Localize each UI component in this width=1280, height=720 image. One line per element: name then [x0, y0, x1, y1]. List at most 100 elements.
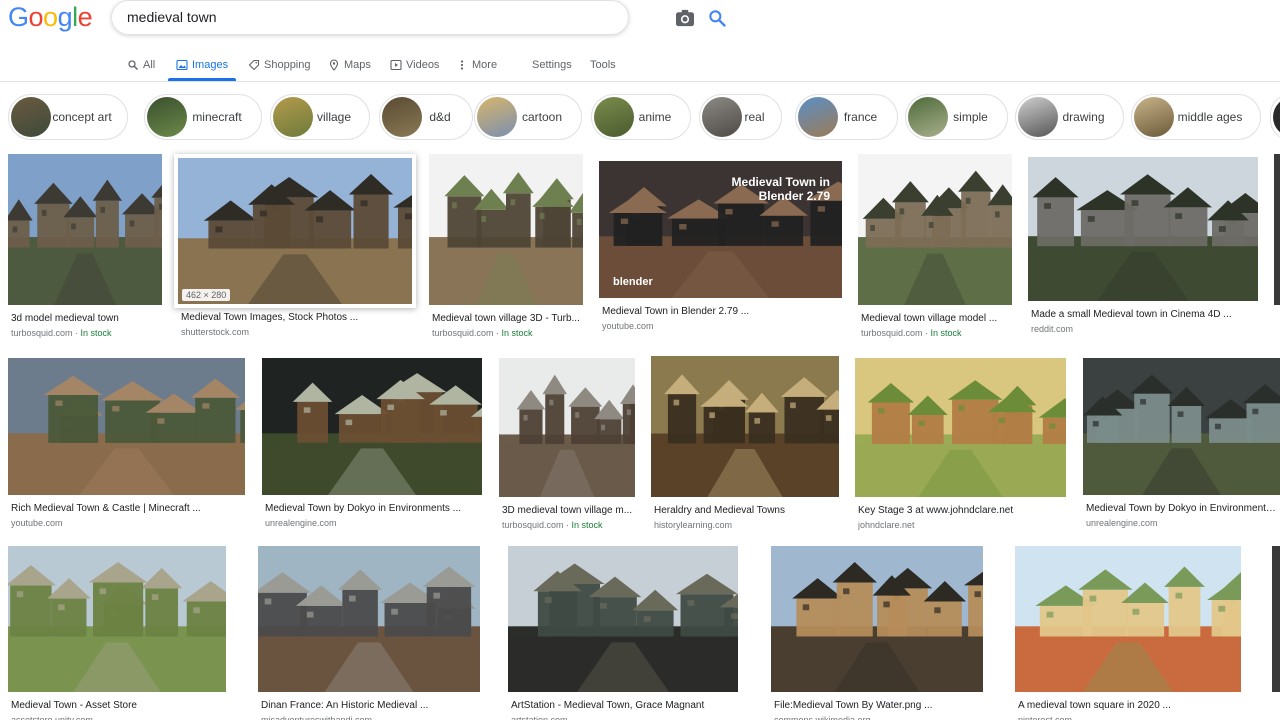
chip-middle-ages[interactable]: middle ages [1131, 94, 1261, 140]
result-thumbnail[interactable] [8, 154, 162, 305]
result-title[interactable]: Medieval Town by Dokyo in Environments .… [1086, 503, 1280, 514]
image-result[interactable]: A medieval town square in 2020 ... pinter… [1015, 546, 1241, 720]
result-title[interactable]: Medieval Town by Dokyo in Environments .… [265, 503, 482, 514]
result-source: unrealengine.com [1086, 518, 1280, 528]
search-input[interactable] [127, 9, 547, 25]
result-source: historylearning.com [654, 520, 839, 530]
source-domain: turbosquid.com [502, 520, 564, 530]
search-box[interactable] [111, 0, 726, 35]
chip-france[interactable]: france [795, 94, 898, 140]
image-result[interactable]: Medieval town village model ... turbosqui… [858, 154, 1012, 345]
result-thumbnail[interactable] [8, 358, 245, 495]
search-icon [128, 60, 138, 70]
search-icon[interactable] [707, 8, 727, 28]
chip-thumbnail [382, 97, 422, 137]
image-result[interactable]: Medieval Town by Dokyo in Environments .… [262, 358, 482, 535]
in-stock-badge: In stock [571, 520, 603, 530]
result-thumbnail[interactable] [858, 154, 1012, 305]
result-title[interactable]: Dinan France: An Historic Medieval ... [261, 700, 480, 711]
chip-d-d[interactable]: d&d [379, 94, 473, 140]
result-title[interactable]: Medieval town village model ... [861, 313, 1012, 324]
chip-anime[interactable]: anime [591, 94, 691, 140]
image-result[interactable]: Rich Medieval Town & Castle | Minecraft … [8, 358, 245, 535]
image-result[interactable]: Medieval Town by Dokyo in Environments .… [1083, 358, 1280, 535]
result-thumbnail[interactable] [1083, 358, 1280, 495]
tab-maps-label: Maps [344, 59, 371, 71]
chip-minecraft[interactable]: minecraft [144, 94, 262, 140]
image-result-partial[interactable] [1274, 154, 1280, 305]
chip-village[interactable]: village [270, 94, 370, 140]
image-result[interactable]: File:Medieval Town By Water.png ... commo… [771, 546, 983, 720]
result-title[interactable]: File:Medieval Town By Water.png ... [774, 700, 983, 711]
result-title[interactable]: A medieval town square in 2020 ... [1018, 700, 1241, 711]
result-title[interactable]: Medieval Town Images, Stock Photos ... [181, 312, 412, 323]
tab-images[interactable]: Images [176, 50, 228, 80]
source-domain: turbosquid.com [11, 328, 73, 338]
source-domain: reddit.com [1031, 324, 1074, 334]
source-domain: misadventureswithandi.com [261, 715, 373, 720]
chip-drawing[interactable]: drawing [1015, 94, 1124, 140]
source-domain: turbosquid.com [432, 328, 494, 338]
tools-link[interactable]: Tools [590, 50, 616, 80]
image-result[interactable]: Medieval Town in Blender 2.79 blender Medi… [599, 161, 842, 338]
result-title[interactable]: Heraldry and Medieval Towns [654, 505, 839, 516]
tab-maps[interactable]: Maps [328, 50, 371, 80]
chip-cartoon[interactable]: cartoon [474, 94, 582, 140]
result-title[interactable]: 3d model medieval town [11, 313, 162, 324]
image-result[interactable]: Dinan France: An Historic Medieval ... mi… [258, 546, 480, 720]
result-title[interactable]: ArtStation - Medieval Town, Grace Magnan… [511, 700, 738, 711]
google-logo[interactable]: Google [8, 2, 93, 33]
result-thumbnail[interactable] [651, 356, 839, 497]
image-result[interactable]: Medieval Town - Asset Store assetstore.un… [8, 546, 226, 720]
chip-simple[interactable]: simple [905, 94, 1008, 140]
tab-shopping[interactable]: Shopping [248, 50, 311, 80]
in-stock-badge: In stock [930, 328, 962, 338]
image-result[interactable]: Made a small Medieval town in Cinema 4D … [1028, 157, 1258, 341]
source-domain: johndclare.net [858, 520, 915, 530]
settings-link[interactable]: Settings [532, 50, 572, 80]
tab-videos[interactable]: Videos [390, 50, 439, 80]
result-thumbnail[interactable] [771, 546, 983, 692]
result-thumbnail[interactable] [855, 358, 1066, 497]
related-searches-chips: concept art minecraft village d&d cartoon ani… [8, 94, 1280, 140]
separator-dot: · [922, 328, 931, 338]
result-thumbnail[interactable]: Medieval Town in Blender 2.79 blender [599, 161, 842, 298]
result-title[interactable]: Medieval town village 3D - Turb... [432, 313, 583, 324]
chip-real[interactable]: real [699, 94, 782, 140]
chip-label: real [744, 110, 765, 124]
image-result[interactable]: 3d model medieval town turbosquid.com · I… [8, 154, 162, 345]
image-result-partial[interactable] [1272, 546, 1280, 692]
result-title[interactable]: Medieval Town - Asset Store [11, 700, 226, 711]
result-thumbnail[interactable]: 462 × 280 [178, 158, 412, 304]
result-title[interactable]: Made a small Medieval town in Cinema 4D … [1031, 309, 1258, 320]
source-domain: unrealengine.com [265, 518, 337, 528]
result-thumbnail[interactable] [1015, 546, 1241, 692]
result-thumbnail[interactable] [8, 546, 226, 692]
result-source: youtube.com [11, 518, 245, 528]
tab-more[interactable]: More [456, 50, 497, 80]
result-thumbnail[interactable] [262, 358, 482, 495]
result-thumbnail[interactable] [508, 546, 738, 692]
result-thumbnail[interactable] [499, 358, 635, 497]
result-thumbnail[interactable] [1028, 157, 1258, 301]
image-result[interactable]: 462 × 280 Medieval Town Images, Stock Pho… [174, 154, 416, 344]
chip-concept-art[interactable]: concept art [8, 94, 128, 140]
image-result[interactable]: Medieval town village 3D - Turb... turbos… [429, 154, 583, 345]
result-source: youtube.com [602, 321, 842, 331]
image-result[interactable]: Key Stage 3 at www.johndclare.net johndcl… [855, 358, 1066, 537]
camera-icon[interactable] [675, 9, 695, 27]
result-title[interactable]: Key Stage 3 at www.johndclare.net [858, 505, 1066, 516]
chip-overflow[interactable] [1270, 94, 1280, 140]
tab-images-label: Images [192, 59, 229, 71]
result-title[interactable]: Rich Medieval Town & Castle | Minecraft … [11, 503, 245, 514]
image-result[interactable]: Heraldry and Medieval Towns historylearni… [651, 356, 839, 537]
settings-label: Settings [532, 59, 572, 71]
image-result[interactable]: 3D medieval town village m... turbosquid.… [499, 358, 635, 537]
result-source: reddit.com [1031, 324, 1258, 334]
result-thumbnail[interactable] [258, 546, 480, 692]
result-title[interactable]: 3D medieval town village m... [502, 505, 635, 516]
tab-all[interactable]: All [127, 50, 155, 80]
result-title[interactable]: Medieval Town in Blender 2.79 ... [602, 306, 842, 317]
result-thumbnail[interactable] [429, 154, 583, 305]
image-result[interactable]: ArtStation - Medieval Town, Grace Magnan… [508, 546, 738, 720]
